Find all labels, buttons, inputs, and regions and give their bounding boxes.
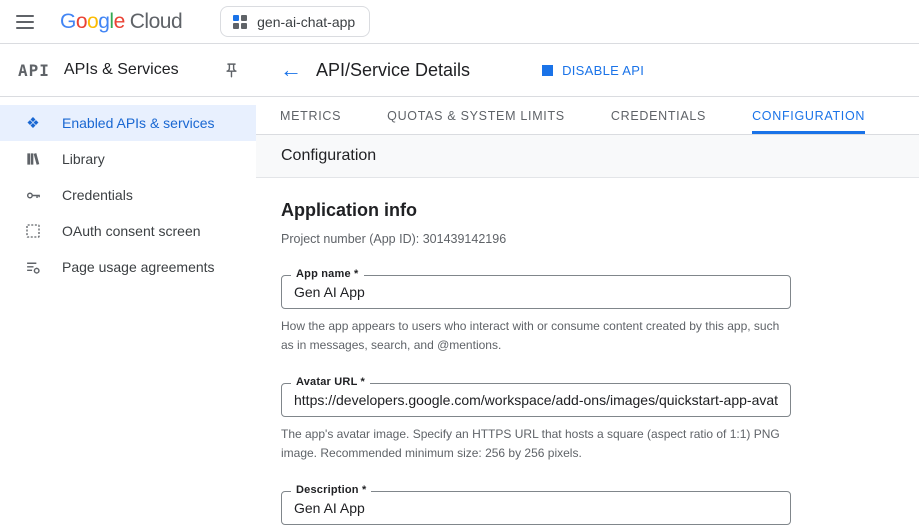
sidebar-nav: ❖ Enabled APIs & services Library Creden… [0,97,256,285]
api-brand-logo: API [18,61,50,80]
avatar-url-label: Avatar URL * [291,376,370,388]
sidebar-item-label: Credentials [62,187,133,203]
disable-api-label: DISABLE API [562,63,644,78]
configuration-content: Application info Project number (App ID)… [256,178,919,531]
back-arrow-icon[interactable]: ← [280,59,304,81]
sidebar-item-library[interactable]: Library [0,141,256,177]
section-subheader: Configuration [256,135,919,178]
page-usage-icon [24,258,42,276]
project-number-text: Project number (App ID): 301439142196 [281,232,894,246]
sidebar-item-page-usage[interactable]: Page usage agreements [0,249,256,285]
sidebar-item-label: Enabled APIs & services [62,115,215,131]
logo-letter: e [114,10,125,34]
google-cloud-logo: Google Cloud [60,10,182,34]
tab-metrics[interactable]: METRICS [280,97,341,134]
top-bar: Google Cloud gen-ai-chat-app [0,0,919,44]
avatar-url-helper-text: The app's avatar image. Specify an HTTPS… [281,425,793,462]
stop-square-icon [542,65,553,76]
section-title: Configuration [281,147,376,165]
sidebar: API APIs & Services ❖ Enabled APIs & ser… [0,44,256,531]
sidebar-item-label: Page usage agreements [62,259,215,275]
menu-icon[interactable] [16,10,40,34]
app-name-label: App name * [291,268,364,280]
pin-icon[interactable] [223,62,240,79]
sidebar-item-credentials[interactable]: Credentials [0,177,256,213]
logo-letter: o [76,10,87,34]
app-name-helper-text: How the app appears to users who interac… [281,317,793,354]
sidebar-item-label: Library [62,151,105,167]
disable-api-button[interactable]: DISABLE API [534,57,652,84]
app-name-input[interactable] [294,284,778,300]
sidebar-item-label: OAuth consent screen [62,223,201,239]
app-shell: API APIs & Services ❖ Enabled APIs & ser… [0,44,919,531]
description-label: Description * [291,484,371,496]
avatar-url-field: Avatar URL * [281,383,791,417]
project-selector[interactable]: gen-ai-chat-app [220,6,370,37]
logo-letter: o [87,10,98,34]
enabled-apis-icon: ❖ [24,114,42,132]
logo-letter: G [60,10,76,34]
description-input[interactable] [294,500,778,516]
project-selector-label: gen-ai-chat-app [257,14,355,30]
application-info-heading: Application info [281,200,894,221]
tab-configuration[interactable]: CONFIGURATION [752,97,865,134]
sidebar-item-enabled-apis[interactable]: ❖ Enabled APIs & services [0,105,256,141]
app-name-field: App name * [281,275,791,309]
oauth-consent-icon [24,222,42,240]
sidebar-item-oauth-consent[interactable]: OAuth consent screen [0,213,256,249]
page-header: ← API/Service Details DISABLE API [256,44,919,97]
logo-letter: g [98,10,109,34]
description-field: Description * [281,491,791,525]
page-title: API/Service Details [316,60,470,81]
tab-credentials[interactable]: CREDENTIALS [611,97,706,134]
main-area: ← API/Service Details DISABLE API METRIC… [256,44,919,531]
library-icon [24,150,42,168]
avatar-url-input[interactable] [294,392,778,408]
logo-cloud-text: Cloud [130,10,182,34]
key-icon [24,186,42,204]
sidebar-title: APIs & Services [64,61,179,79]
tab-quotas[interactable]: QUOTAS & SYSTEM LIMITS [387,97,565,134]
tab-bar: METRICS QUOTAS & SYSTEM LIMITS CREDENTIA… [256,97,919,135]
project-selector-icon [233,15,247,29]
sidebar-header: API APIs & Services [0,44,256,97]
